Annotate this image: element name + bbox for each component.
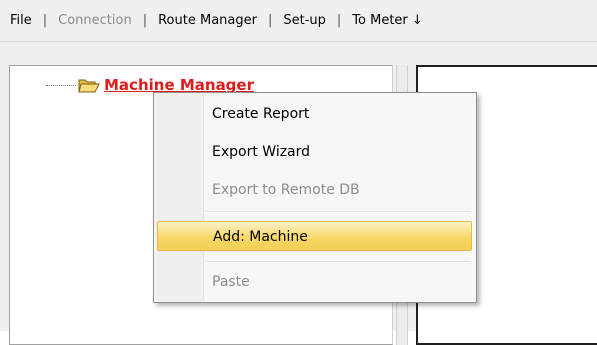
context-menu: Create Report Export Wizard Export to Re… (153, 92, 477, 303)
menu-route-manager[interactable]: Route Manager (156, 13, 259, 28)
menu-separator (206, 261, 470, 263)
menu-separator: | (267, 13, 273, 28)
menu-item-create-report[interactable]: Create Report (157, 99, 472, 129)
menu-file[interactable]: File (8, 13, 34, 28)
menu-to-meter[interactable]: To Meter ↓ (350, 13, 425, 28)
menu-connection: Connection (58, 13, 132, 28)
menu-set-up[interactable]: Set-up (281, 13, 328, 28)
menu-separator: | (336, 13, 342, 28)
folder-open-icon (78, 79, 100, 93)
menu-item-export-wizard[interactable]: Export Wizard (157, 137, 472, 167)
menu-separator (206, 211, 470, 213)
menu-item-export-remote-db: Export to Remote DB (212, 182, 360, 198)
menu-item-paste: Paste (212, 274, 250, 290)
menu-bar: File | Connection | Route Manager | Set-… (0, 0, 597, 42)
menu-separator: | (42, 13, 48, 28)
tree-connector-line (46, 84, 76, 86)
menu-item-add-machine[interactable]: Add: Machine (157, 221, 472, 251)
menu-separator: | (142, 13, 148, 28)
